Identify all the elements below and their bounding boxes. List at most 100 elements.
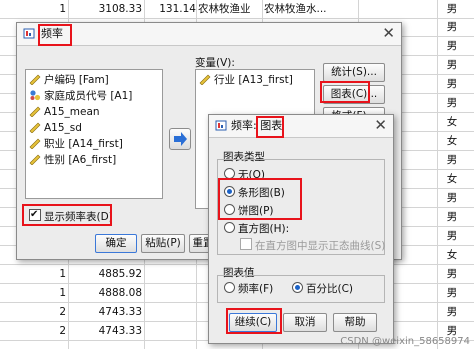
list-item[interactable]: A15_mean (29, 105, 100, 119)
radio-pie-chart-label: 饼图(P) (238, 205, 274, 217)
checkbox-checked-icon (29, 207, 41, 222)
ok-button[interactable]: 确定 (95, 234, 137, 253)
radio-on-icon (224, 186, 235, 197)
table-cell: 3108.33 (98, 3, 142, 15)
chart-type-group: 无(O) 条形图(B) 饼图(P) 直方图(H): 在直方图中显示正态曲线(S) (217, 159, 385, 255)
table-cell: 男 (446, 211, 458, 223)
ruler-icon (29, 138, 41, 149)
variable-label: 职业 [A14_first] (44, 138, 123, 150)
radio-off-icon (224, 222, 235, 233)
table-cell: 男 (446, 97, 458, 109)
table-cell (146, 267, 196, 282)
list-item[interactable]: 性别 [A6_first] (29, 153, 116, 167)
table-cell: 男 (446, 3, 458, 15)
table-cell: 2 (59, 306, 66, 318)
table-cell: 1 (59, 3, 66, 15)
table-cell: 女 (446, 135, 458, 147)
watermark: CSDN @weixin_58658974 (340, 336, 470, 347)
spss-dialog-icon (23, 28, 35, 39)
charts-titlebar: 频率: 图表 ✕ (209, 115, 393, 138)
table-cell: 4743.33 (98, 325, 142, 337)
list-item[interactable]: 户编码 [Fam] (29, 73, 109, 87)
ruler-icon (29, 122, 41, 133)
radio-none-label: 无(O) (238, 169, 265, 181)
normal-curve-checkbox[interactable]: 在直方图中显示正态曲线(S) (240, 238, 385, 253)
radio-off-icon (224, 282, 235, 293)
table-cell: 男 (446, 287, 458, 299)
radio-histogram-label: 直方图(H): (238, 223, 290, 235)
show-frequency-tables-label: 显示频率表(D) (44, 211, 113, 223)
radio-percentages[interactable]: 百分比(C) (292, 282, 353, 297)
table-cell: 1 (59, 268, 66, 280)
move-variable-button[interactable] (169, 128, 191, 150)
spss-dialog-icon (215, 120, 227, 131)
frequencies-title: 频率 (41, 27, 63, 40)
variable-label: 户编码 [Fam] (44, 74, 109, 86)
nominal-icon (30, 90, 41, 101)
variable-label: A15_sd (44, 122, 82, 134)
radio-frequencies-label: 频率(F) (238, 283, 274, 295)
normal-curve-label: 在直方图中显示正态曲线(S) (255, 240, 386, 252)
charts-title: 频率: 图表 (231, 119, 283, 132)
radio-bar-chart-label: 条形图(B) (238, 187, 285, 199)
table-cell (146, 305, 196, 320)
table-cell: 男 (446, 192, 458, 204)
checkbox-unchecked-icon (240, 238, 252, 250)
radio-off-icon (224, 204, 235, 215)
help-button[interactable]: 帮助 (333, 313, 377, 332)
table-cell: 4885.92 (98, 268, 142, 280)
chart-values-group: 频率(F) 百分比(C) (217, 275, 385, 303)
close-icon[interactable]: ✕ (382, 25, 395, 41)
table-row: 1 3108.33 131.14 农林牧渔业 农林牧渔水... 男 (0, 0, 474, 19)
variable-label: A15_mean (44, 106, 100, 118)
table-cell: 男 (446, 268, 458, 280)
table-cell: 男 (446, 306, 458, 318)
table-cell: 4888.08 (98, 287, 142, 299)
table-cell (146, 324, 196, 339)
variable-label: 家庭成员代号 [A1] (44, 90, 133, 102)
ruler-icon (29, 74, 41, 85)
table-cell: 女 (446, 116, 458, 128)
ruler-icon (29, 106, 41, 117)
close-icon[interactable]: ✕ (374, 117, 387, 133)
radio-none[interactable]: 无(O) (224, 168, 265, 183)
list-item[interactable]: 行业 [A13_first] (199, 73, 293, 87)
table-cell: 1 (59, 287, 66, 299)
table-cell: 女 (446, 173, 458, 185)
radio-frequencies[interactable]: 频率(F) (224, 282, 273, 297)
radio-histogram[interactable]: 直方图(H): (224, 222, 289, 237)
continue-button[interactable]: 继续(C) (229, 313, 277, 332)
source-variable-list[interactable]: 户编码 [Fam] 家庭成员代号 [A1] A15_mean A15_sd 职业 [A1… (25, 69, 163, 199)
frequencies-charts-dialog: 频率: 图表 ✕ 图表类型 无(O) 条形图(B) 饼图(P) 直方图(H): … (208, 114, 394, 344)
radio-bar-chart[interactable]: 条形图(B) (224, 186, 285, 201)
table-cell: 农林牧渔水... (264, 3, 327, 15)
charts-button[interactable]: 图表(C)... (323, 85, 385, 104)
table-cell: 男 (446, 40, 458, 52)
list-item[interactable]: 职业 [A14_first] (29, 137, 123, 151)
selected-variable-label: 行业 [A13_first] (214, 74, 293, 86)
table-cell: 男 (446, 59, 458, 71)
arrow-right-icon (174, 132, 187, 146)
list-item[interactable]: A15_sd (29, 121, 82, 135)
table-cell: 农林牧渔业 (198, 3, 251, 15)
table-cell: 131.14 (159, 3, 196, 15)
table-cell: 2 (59, 325, 66, 337)
table-cell: 男 (446, 230, 458, 242)
table-cell: 男 (446, 78, 458, 90)
list-item[interactable]: 家庭成员代号 [A1] (29, 89, 132, 103)
show-frequency-tables-checkbox[interactable]: 显示频率表(D) (29, 207, 113, 224)
statistics-button[interactable]: 统计(S)... (323, 63, 385, 82)
radio-on-icon (292, 282, 303, 293)
ruler-icon (29, 154, 41, 165)
frequencies-titlebar: 频率 ✕ (17, 23, 401, 46)
variable-label: 性别 [A6_first] (44, 154, 117, 166)
radio-pie-chart[interactable]: 饼图(P) (224, 204, 274, 219)
ruler-icon (199, 74, 211, 85)
cancel-button[interactable]: 取消 (283, 313, 327, 332)
radio-off-icon (224, 168, 235, 179)
paste-button[interactable]: 粘贴(P) (141, 234, 185, 253)
table-cell (146, 286, 196, 301)
radio-percentages-label: 百分比(C) (306, 283, 354, 295)
table-cell: 女 (446, 249, 458, 261)
table-cell: 男 (446, 21, 458, 33)
